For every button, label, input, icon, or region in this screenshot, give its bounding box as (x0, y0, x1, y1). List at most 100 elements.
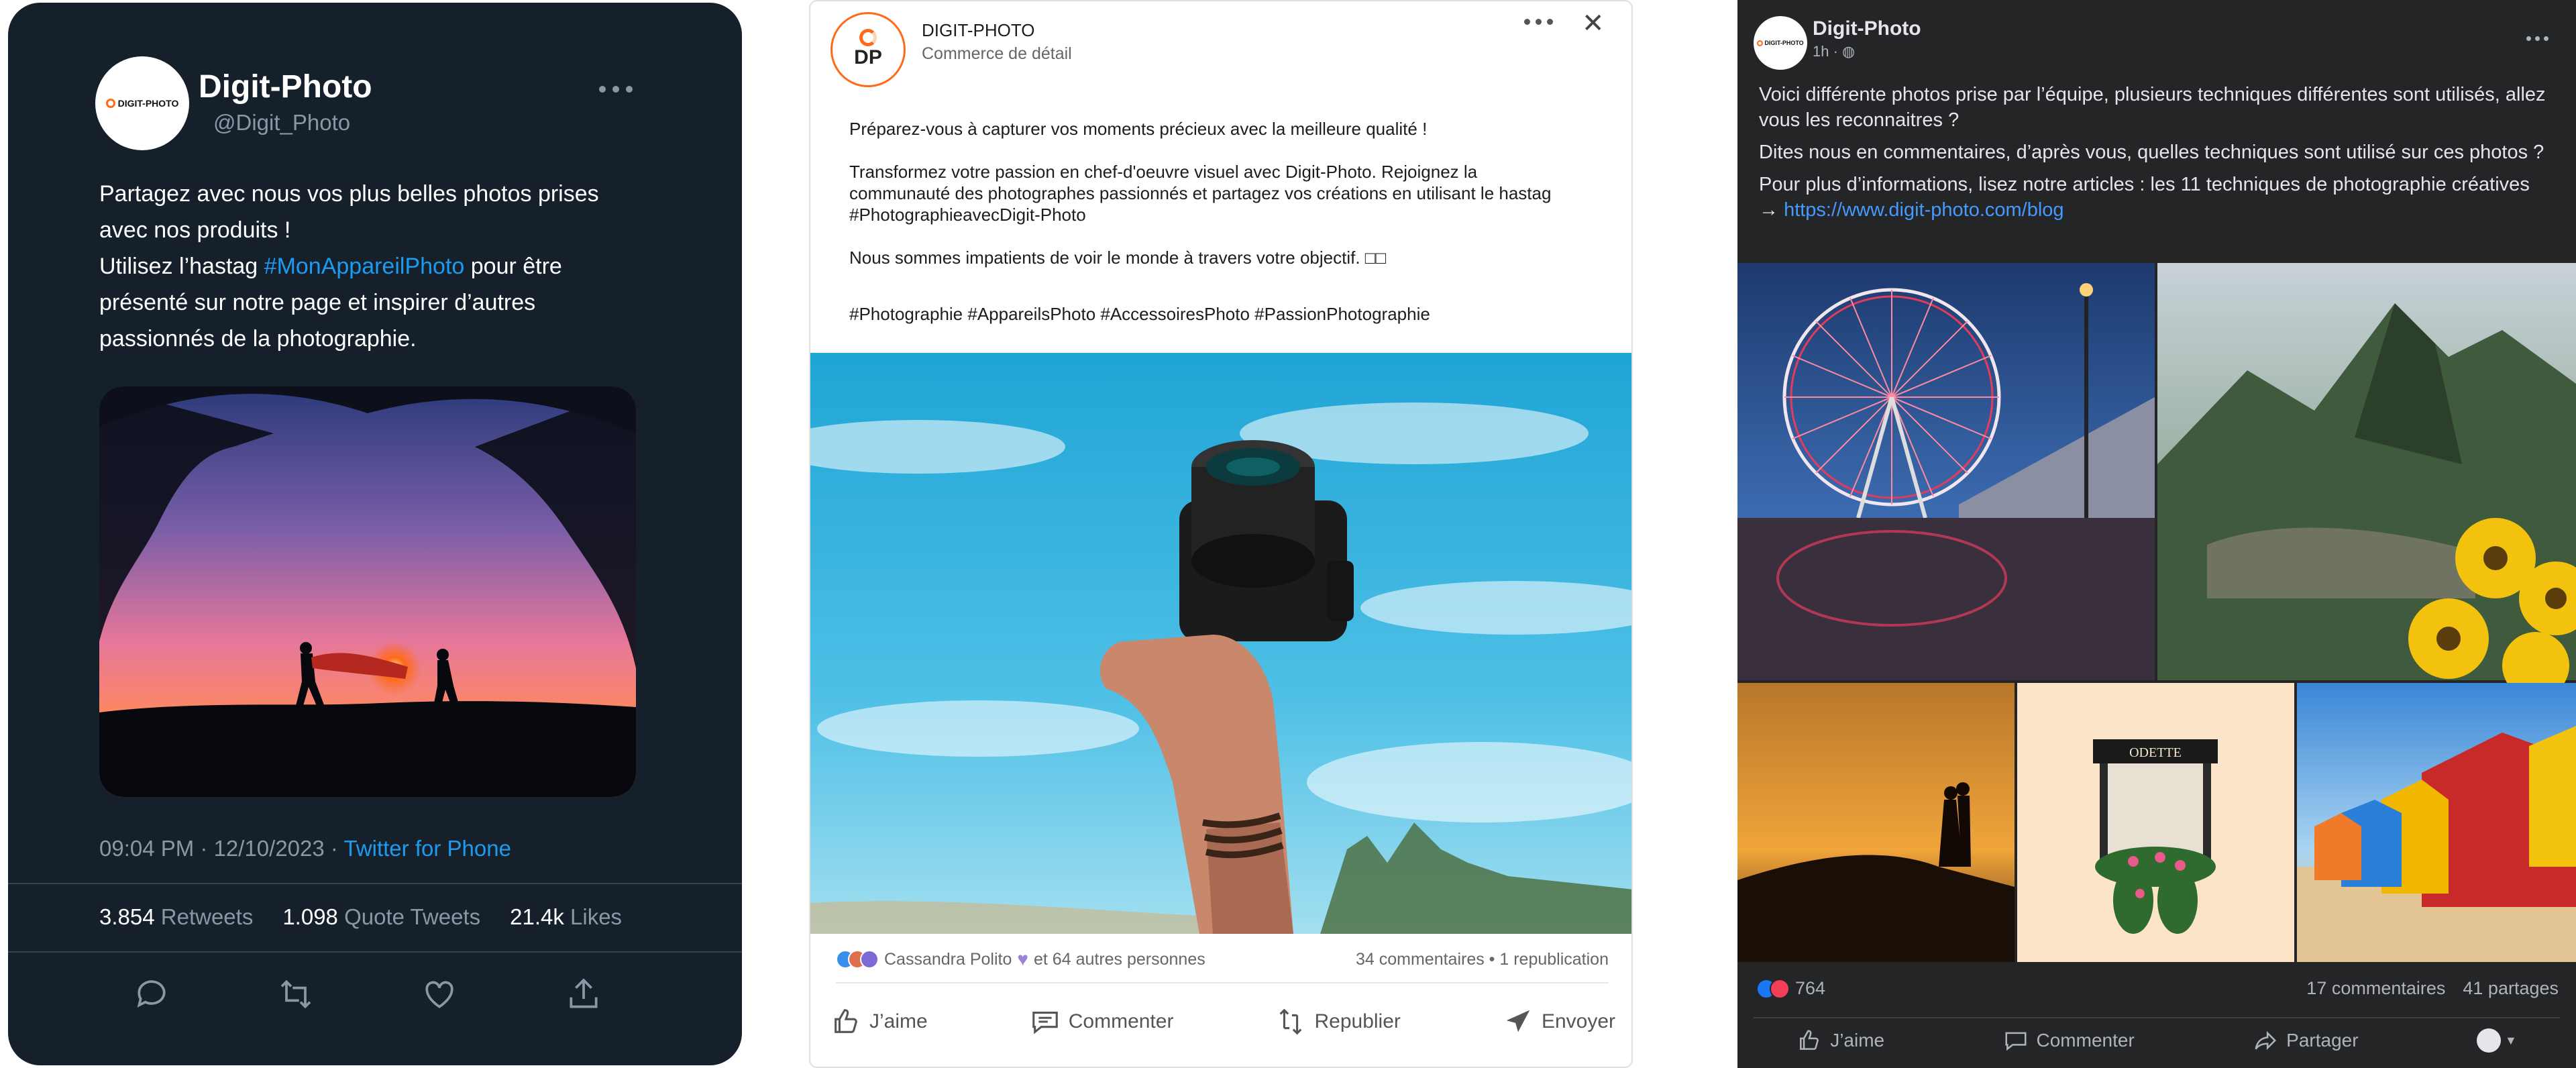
post-hashtags[interactable]: #Photographie #AppareilsPhoto #Accessoir… (849, 303, 1554, 325)
arrow-text: → (1759, 199, 1784, 221)
repost-button[interactable]: Republier (1275, 1006, 1401, 1037)
quotes-label: Quote Tweets (344, 904, 481, 929)
company-name[interactable]: DIGIT-PHOTO (922, 20, 1035, 41)
share-button[interactable]: Partager (2253, 1028, 2359, 1053)
likes-count: 21.4k (510, 904, 564, 929)
tweet-actions (133, 975, 602, 1016)
audience-selector[interactable]: ▼ (2476, 1028, 2517, 1053)
close-icon[interactable]: ✕ (1582, 8, 1605, 39)
post-paragraph: Préparez-vous à capturer vos moments pré… (849, 119, 1428, 139)
like-icon (835, 1009, 857, 1033)
reply-icon[interactable] (133, 975, 170, 1016)
more-options-icon[interactable] (589, 72, 643, 106)
comment-label: Commenter (1068, 1010, 1174, 1032)
reaction-icons (836, 950, 879, 969)
hashtag-link[interactable]: #MonAppareilPhoto (264, 254, 465, 279)
source-link[interactable]: Twitter for Phone (343, 836, 511, 861)
page-name[interactable]: Digit-Photo (1813, 17, 1921, 40)
love-reaction-icon (1770, 978, 1790, 999)
send-button[interactable]: Envoyer (1503, 1006, 1615, 1037)
reactions-summary: Cassandra Polito ♥ et 64 autres personne… (836, 949, 1609, 970)
reactors-rest: et 64 autres personnes (1034, 949, 1205, 969)
avatar[interactable]: DIGIT-PHOTO (95, 56, 189, 150)
post-actions: J’aime Commenter Partager ▼ (1737, 1028, 2576, 1053)
support-reaction-icon (860, 950, 879, 969)
flower-window-photo[interactable]: ODETTE (2017, 683, 2294, 962)
like-icon[interactable] (421, 975, 458, 1016)
avatar[interactable]: DP (830, 12, 906, 87)
reactions-summary: 764 17 commentaires 41 partages (1756, 978, 2559, 999)
comment-label: Commenter (2036, 1030, 2135, 1051)
brand-logo: DIGIT-PHOTO (1757, 40, 1804, 46)
brand-logo: DIGIT-PHOTO (105, 98, 178, 109)
comments-count[interactable]: 34 commentaires • 1 republication (1356, 950, 1609, 969)
divider (1754, 1017, 2560, 1018)
account-handle[interactable]: @Digit_Photo (213, 110, 350, 136)
engagement-stats: 3.854 Retweets 1.098 Quote Tweets 21.4k … (99, 904, 622, 930)
twitter-post-card: DIGIT-PHOTO Digit-Photo @Digit_Photo Par… (8, 3, 742, 1065)
globe-icon: ◍ (1842, 43, 1856, 60)
share-label: Partager (2286, 1030, 2359, 1051)
blog-link[interactable]: https://www.digit-photo.com/blog (1784, 199, 2063, 221)
shares-count[interactable]: 41 partages (2463, 978, 2559, 999)
brand-logo-ring (859, 29, 877, 46)
post-paragraph: Pour plus d’informations, lisez notre ar… (1759, 172, 2557, 223)
window-sign-text: ODETTE (2129, 745, 2182, 760)
like-button[interactable]: J’aime (1796, 1028, 1884, 1053)
machu-picchu-photo[interactable] (2157, 263, 2576, 699)
company-subtitle: Commerce de détail (922, 44, 1072, 63)
likes-stat[interactable]: 21.4k Likes (510, 904, 622, 930)
facebook-post-card: DIGIT-PHOTO Digit-Photo 1h · ◍ Voici dif… (1737, 0, 2576, 1068)
like-button[interactable]: J’aime (830, 1006, 928, 1037)
post-paragraph: Dites nous en commentaires, d’après vous… (1759, 142, 2544, 163)
likes-label: Likes (570, 904, 623, 929)
like-icon (1800, 1030, 1819, 1050)
repost-label: Republier (1314, 1010, 1401, 1032)
retweets-stat[interactable]: 3.854 Retweets (99, 904, 253, 930)
tweet-text-line: Partagez avec nous vos plus belles photo… (99, 181, 599, 243)
like-label: J’aime (1830, 1030, 1885, 1051)
divider (8, 883, 742, 884)
account-name[interactable]: Digit-Photo (199, 68, 372, 105)
heart-icon: ♥ (1017, 949, 1029, 969)
post-actions: J’aime Commenter Republier Envoyer (830, 1006, 1615, 1037)
comment-icon (1032, 1012, 1058, 1034)
more-options-icon[interactable] (2526, 36, 2548, 41)
reactions-count: 764 (1795, 978, 1826, 998)
post-paragraph: Voici différente photos prise par l’équi… (1759, 84, 2546, 131)
quotes-count: 1.098 (282, 904, 338, 929)
post-paragraph: Transformez votre passion en chef-d'oeuv… (849, 162, 1552, 225)
comment-button[interactable]: Commenter (1030, 1006, 1174, 1037)
reactors[interactable]: Cassandra Polito ♥ et 64 autres personne… (836, 949, 1205, 970)
avatar[interactable]: DIGIT-PHOTO (1754, 16, 1807, 70)
post-text-line: Pour plus d’informations, lisez notre ar… (1759, 174, 2530, 195)
reactors[interactable]: 764 (1756, 978, 1825, 999)
retweets-count: 3.854 (99, 904, 155, 929)
divider (836, 982, 1609, 983)
retweet-icon[interactable] (277, 975, 315, 1016)
tweet-text-line: Utilisez l’hastag (99, 254, 264, 279)
tweet-photo[interactable] (99, 386, 636, 797)
comment-share-counts: 17 commentaires 41 partages (2306, 978, 2559, 999)
share-icon[interactable] (565, 975, 602, 1016)
repost-icon (1280, 1008, 1302, 1035)
timestamp-text: 09:04 PM · 12/10/2023 · (99, 836, 344, 861)
divider (8, 951, 742, 953)
retweets-label: Retweets (160, 904, 254, 929)
quotes-stat[interactable]: 1.098 Quote Tweets (282, 904, 480, 930)
profile-dot-icon (2476, 1028, 2501, 1053)
post-paragraph: Nous sommes impatients de voir le monde … (849, 248, 1387, 268)
photo-grid: ODETTE (1737, 263, 2576, 962)
post-time[interactable]: 1h · (1813, 43, 1842, 60)
reactor-name: Cassandra Polito (884, 949, 1012, 969)
tweet-text: Partagez avec nous vos plus belles photo… (99, 176, 636, 357)
ferris-wheel-photo[interactable] (1737, 263, 2155, 680)
comments-count[interactable]: 17 commentaires (2306, 978, 2445, 999)
post-text: Préparez-vous à capturer vos moments pré… (849, 118, 1554, 346)
comment-icon (2004, 1032, 2027, 1051)
beach-huts-photo[interactable] (2297, 683, 2576, 962)
post-photo[interactable] (810, 353, 1631, 934)
comment-button[interactable]: Commenter (2003, 1028, 2135, 1053)
sunset-couple-photo[interactable] (1737, 683, 2015, 962)
more-options-icon[interactable] (1524, 19, 1553, 25)
